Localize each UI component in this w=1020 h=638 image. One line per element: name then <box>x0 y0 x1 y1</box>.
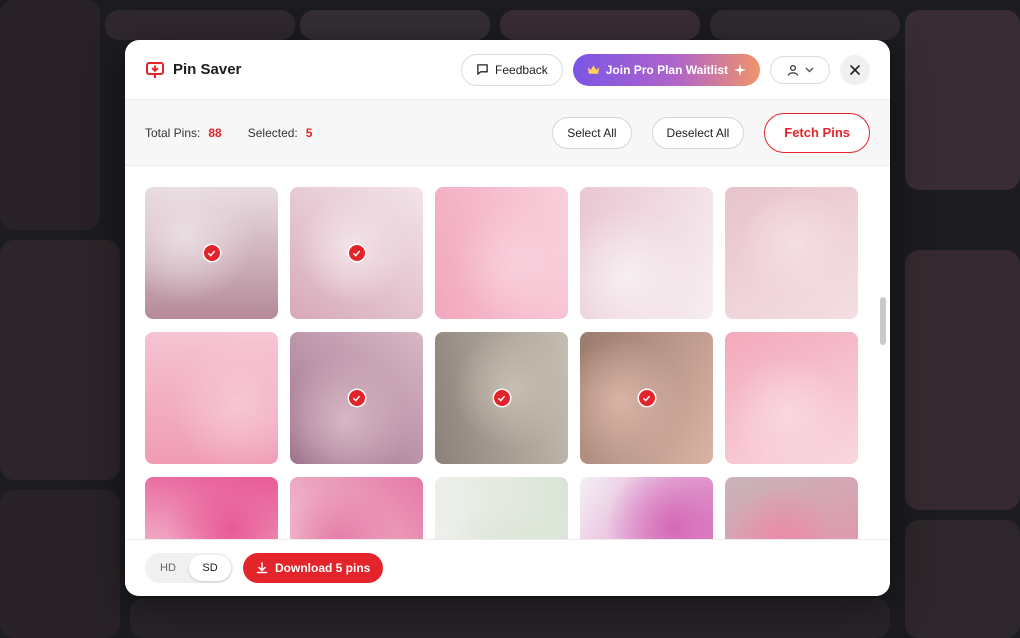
pin-image <box>725 477 858 539</box>
total-pins-value: 88 <box>208 125 222 140</box>
pro-label: Join Pro Plan Waitlist <box>605 62 728 77</box>
pin-grid <box>145 187 858 539</box>
quality-sd-option[interactable]: SD <box>189 555 231 581</box>
selected-stat: Selected: 5 <box>248 126 313 140</box>
user-icon <box>787 64 798 76</box>
download-button[interactable]: Download 5 pins <box>243 553 384 583</box>
pin-image <box>725 332 858 464</box>
quality-toggle: HD SD <box>145 553 233 583</box>
pin-tile[interactable] <box>435 187 568 319</box>
pin-image <box>580 187 713 319</box>
pin-tile[interactable] <box>435 477 568 539</box>
pin-tile[interactable] <box>145 477 278 539</box>
pin-tile[interactable] <box>145 332 278 464</box>
chevron-down-icon <box>805 67 813 72</box>
close-icon <box>850 64 860 75</box>
brand: Pin Saver <box>145 60 241 80</box>
selected-check-icon[interactable] <box>638 390 655 406</box>
pin-image <box>290 477 423 539</box>
download-icon <box>256 562 268 574</box>
selected-check-icon[interactable] <box>348 390 365 406</box>
pin-saver-logo-icon <box>146 61 164 78</box>
quality-hd-option[interactable]: HD <box>147 555 189 581</box>
pin-tile[interactable] <box>725 477 858 539</box>
pin-tile[interactable] <box>725 332 858 464</box>
scrollbar[interactable] <box>880 297 888 539</box>
pin-tile[interactable] <box>435 332 568 464</box>
pin-tile[interactable] <box>290 477 423 539</box>
pin-image <box>435 187 568 319</box>
pin-image <box>725 187 858 319</box>
selected-value: 5 <box>305 125 313 140</box>
sparkle-icon <box>734 63 746 76</box>
pin-grid-scroll[interactable] <box>125 167 890 539</box>
total-pins-stat: Total Pins: 88 <box>145 126 222 140</box>
total-pins-label: Total Pins: <box>145 125 201 140</box>
selected-check-icon[interactable] <box>348 245 365 261</box>
pin-image <box>145 477 278 539</box>
app-name: Pin Saver <box>173 61 242 78</box>
scrollbar-thumb[interactable] <box>880 297 886 345</box>
pin-image <box>435 477 568 539</box>
fetch-pins-button[interactable]: Fetch Pins <box>764 112 870 153</box>
message-icon <box>477 64 488 75</box>
select-all-button[interactable]: Select All <box>552 116 632 149</box>
selected-check-icon[interactable] <box>203 245 220 261</box>
selected-label: Selected: <box>247 125 298 140</box>
download-label: Download 5 pins <box>275 561 371 575</box>
selected-check-icon[interactable] <box>493 390 510 406</box>
pin-image <box>145 332 278 464</box>
pin-tile[interactable] <box>580 332 713 464</box>
selection-toolbar: Total Pins: 88 Selected: 5 Select All De… <box>125 100 890 166</box>
join-pro-waitlist-button[interactable]: Join Pro Plan Waitlist <box>572 53 760 86</box>
feedback-button[interactable]: Feedback <box>461 53 563 86</box>
feedback-label: Feedback <box>495 62 548 77</box>
pin-tile[interactable] <box>290 187 423 319</box>
pin-image <box>580 477 713 539</box>
account-menu-button[interactable] <box>770 55 830 84</box>
pin-tile[interactable] <box>290 332 423 464</box>
close-button[interactable] <box>840 54 870 85</box>
pin-tile[interactable] <box>580 187 713 319</box>
deselect-all-button[interactable]: Deselect All <box>651 116 745 149</box>
pin-tile[interactable] <box>580 477 713 539</box>
pin-tile[interactable] <box>725 187 858 319</box>
dialog-header: Pin Saver Feedback Join Pro Plan Waitlis… <box>125 40 890 100</box>
pin-tile[interactable] <box>145 187 278 319</box>
dialog-footer: HD SD Download 5 pins <box>125 539 890 596</box>
pin-saver-dialog: Pin Saver Feedback Join Pro Plan Waitlis… <box>125 40 890 596</box>
crown-icon <box>587 64 599 74</box>
